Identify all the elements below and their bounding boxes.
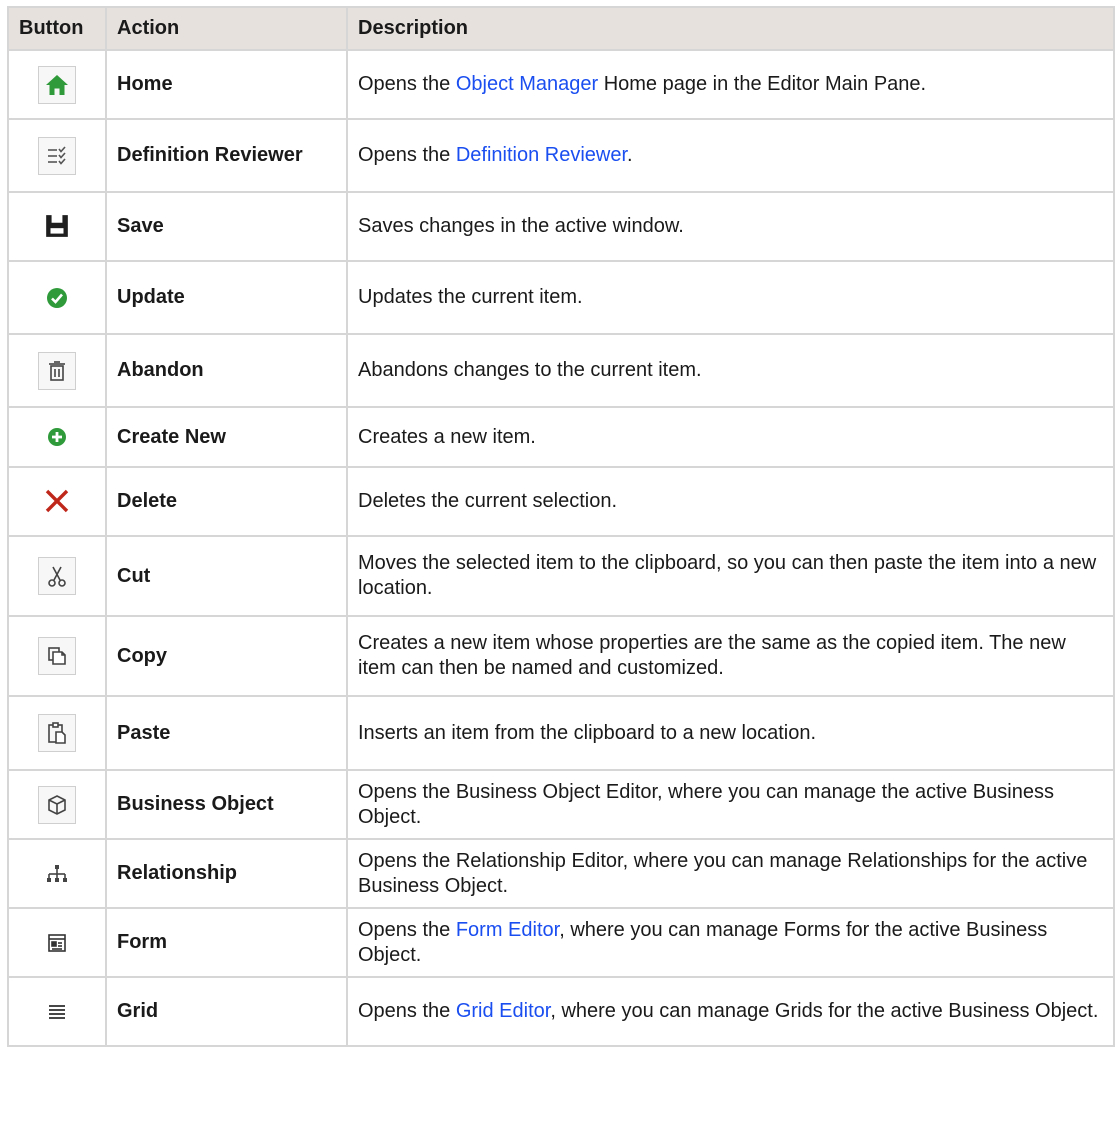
action-label: Delete [105,466,348,537]
header-action: Action [105,6,348,51]
action-label: Home [105,49,348,120]
scissors-icon[interactable] [38,557,76,595]
grid-editor-link[interactable]: Grid Editor [456,1000,550,1022]
update-check-icon[interactable] [38,279,76,317]
relationship-hierarchy-icon[interactable] [38,855,76,893]
action-label: Update [105,260,348,335]
table-row: Grid Opens the Grid Editor, where you ca… [7,976,1115,1047]
toolbar-buttons-table: Button Action Description Home Opens the… [7,6,1115,1047]
grid-lines-icon[interactable] [38,993,76,1031]
description-cell: Moves the selected item to the clipboard… [346,535,1115,617]
table-row: Relationship Opens the Relationship Edit… [7,838,1115,909]
table-row: Copy Creates a new item whose properties… [7,615,1115,697]
object-manager-link[interactable]: Object Manager [456,73,598,95]
table-row: Form Opens the Form Editor, where you ca… [7,907,1115,978]
description-cell: Opens the Definition Reviewer. [346,118,1115,193]
description-cell: Abandons changes to the current item. [346,333,1115,408]
description-cell: Creates a new item whose properties are … [346,615,1115,697]
description-cell: Creates a new item. [346,406,1115,468]
description-cell: Deletes the current selection. [346,466,1115,537]
description-cell: Opens the Business Object Editor, where … [346,769,1115,840]
page: Button Action Description Home Opens the… [0,0,1115,1125]
header-description: Description [346,6,1115,51]
action-label: Create New [105,406,348,468]
cube-icon[interactable] [38,785,76,824]
description-cell: Opens the Relationship Editor, where you… [346,838,1115,909]
table-row: Business Object Opens the Business Objec… [7,769,1115,840]
action-label: Grid [105,976,348,1047]
description-cell: Inserts an item from the clipboard to a … [346,695,1115,771]
definition-reviewer-link[interactable]: Definition Reviewer [456,144,627,166]
header-button: Button [7,6,107,51]
description-cell: Opens the Object Manager Home page in th… [346,49,1115,120]
delete-x-icon[interactable] [38,482,76,520]
action-label: Copy [105,615,348,697]
table-row: Update Updates the current item. [7,260,1115,335]
description-cell: Opens the Form Editor, where you can man… [346,907,1115,978]
description-cell: Saves changes in the active window. [346,191,1115,262]
table-row: Delete Deletes the current selection. [7,466,1115,537]
table-row: Cut Moves the selected item to the clipb… [7,535,1115,617]
action-label: Definition Reviewer [105,118,348,193]
table-row: Save Saves changes in the active window. [7,191,1115,262]
table-row: Home Opens the Object Manager Home page … [7,49,1115,120]
form-icon[interactable] [38,924,76,962]
save-icon[interactable] [38,207,76,245]
action-label: Save [105,191,348,262]
table-header-row: Button Action Description [7,6,1115,51]
table-row: Abandon Abandons changes to the current … [7,333,1115,408]
trash-icon[interactable] [38,351,76,390]
action-label: Paste [105,695,348,771]
form-editor-link[interactable]: Form Editor [456,919,559,941]
action-label: Cut [105,535,348,617]
description-cell: Opens the Grid Editor, where you can man… [346,976,1115,1047]
description-cell: Updates the current item. [346,260,1115,335]
copy-icon[interactable] [38,637,76,675]
table-row: Create New Creates a new item. [7,406,1115,468]
table-row: Definition Reviewer Opens the Definition… [7,118,1115,193]
paste-icon[interactable] [38,714,76,752]
definition-reviewer-icon[interactable] [38,136,76,175]
home-icon[interactable] [38,65,76,104]
action-label: Form [105,907,348,978]
action-label: Business Object [105,769,348,840]
table-row: Paste Inserts an item from the clipboard… [7,695,1115,771]
action-label: Abandon [105,333,348,408]
plus-circle-icon[interactable] [38,418,76,456]
action-label: Relationship [105,838,348,909]
